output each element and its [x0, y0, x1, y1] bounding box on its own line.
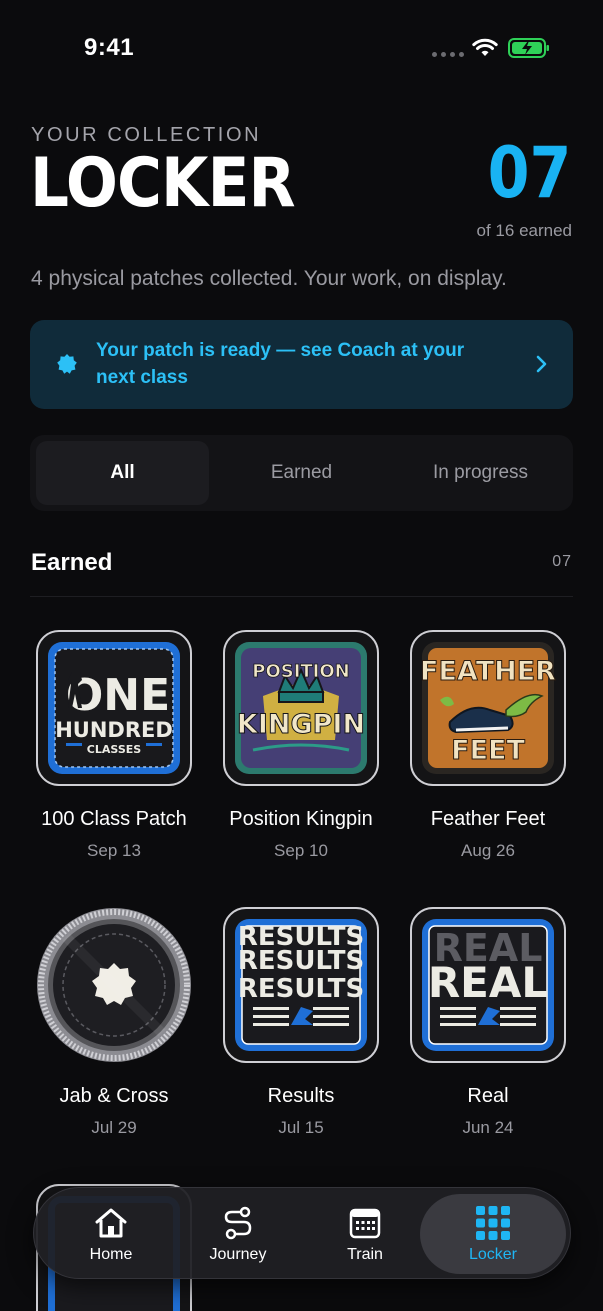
svg-text:POSITION: POSITION: [252, 661, 350, 682]
patch-image: POSITION KINGPIN: [223, 630, 379, 786]
svg-text:HUNDRED: HUNDRED: [55, 718, 173, 742]
nav-label: Home: [89, 1246, 133, 1263]
nav-label: Train: [347, 1246, 383, 1263]
route-icon: [224, 1206, 252, 1240]
patch-image: FEATHER FEET: [410, 630, 566, 786]
wifi-icon: [472, 38, 498, 56]
section-divider: [30, 596, 573, 597]
svg-text:FEET: FEET: [451, 735, 525, 766]
nav-home[interactable]: Home: [48, 1194, 174, 1274]
section-title: Earned: [31, 549, 113, 576]
earned-count-caption: of 16 earned: [476, 221, 572, 240]
svg-text:KINGPIN: KINGPIN: [237, 709, 365, 740]
battery-icon: [508, 38, 549, 58]
patch-image: RESULTS RESULTS RESULTS: [223, 907, 379, 1063]
patch-name: 100 Class Patch: [41, 808, 187, 830]
patch-date: Jul 29: [91, 1118, 137, 1137]
nav-locker[interactable]: Locker: [420, 1194, 566, 1274]
status-bar: 9:41: [0, 0, 603, 96]
grid-icon: [476, 1206, 510, 1240]
patch-image: [37, 908, 191, 1062]
bottom-tab-bar: Home Journey Train Locker: [33, 1187, 571, 1279]
patch-ready-banner[interactable]: Your patch is ready — see Coach at your …: [30, 320, 573, 409]
patch-name: Results: [267, 1085, 335, 1107]
filter-tabs: All Earned In progress: [30, 435, 573, 511]
page-description: 4 physical patches collected. Your work,…: [31, 267, 507, 290]
patch-date: Sep 10: [274, 841, 328, 860]
tab-in-progress[interactable]: In progress: [394, 441, 567, 505]
signal-icon: [432, 52, 464, 57]
patch-name: Feather Feet: [430, 808, 546, 830]
patch-name: Real: [467, 1085, 509, 1107]
patch-date: Jun 24: [462, 1118, 514, 1137]
svg-text:CLASSES: CLASSES: [87, 743, 141, 756]
svg-text:RESULTS: RESULTS: [238, 946, 364, 976]
chevron-right-icon: [536, 355, 547, 373]
page-title: LOCKER: [30, 144, 296, 223]
svg-text:FEATHER: FEATHER: [420, 656, 556, 687]
patch-name: Position Kingpin: [229, 808, 373, 830]
calendar-icon: [349, 1208, 381, 1239]
badge-icon: [57, 354, 77, 374]
nav-label: Locker: [468, 1246, 518, 1263]
svg-text:ONE: ONE: [66, 670, 170, 721]
nav-label: Journey: [209, 1246, 267, 1263]
status-time: 9:41: [84, 34, 135, 61]
svg-text:REAL: REAL: [428, 958, 548, 1007]
patch-image: REAL REAL: [410, 907, 566, 1063]
home-icon: [95, 1208, 127, 1238]
tab-all[interactable]: All: [36, 441, 209, 505]
patch-image: ONE HUNDRED CLASSES: [36, 630, 192, 786]
banner-message: Your patch is ready — see Coach at your …: [96, 340, 465, 388]
svg-text:RESULTS: RESULTS: [238, 974, 364, 1004]
section-count: 07: [552, 553, 572, 570]
earned-count: 07: [487, 132, 571, 214]
patch-date: Aug 26: [461, 841, 515, 860]
patch-date: Sep 13: [87, 841, 141, 860]
patch-date: Jul 15: [278, 1118, 324, 1137]
patch-name: Jab & Cross: [59, 1085, 169, 1107]
nav-journey[interactable]: Journey: [175, 1194, 301, 1274]
nav-train[interactable]: Train: [302, 1194, 428, 1274]
tab-earned[interactable]: Earned: [215, 441, 388, 505]
